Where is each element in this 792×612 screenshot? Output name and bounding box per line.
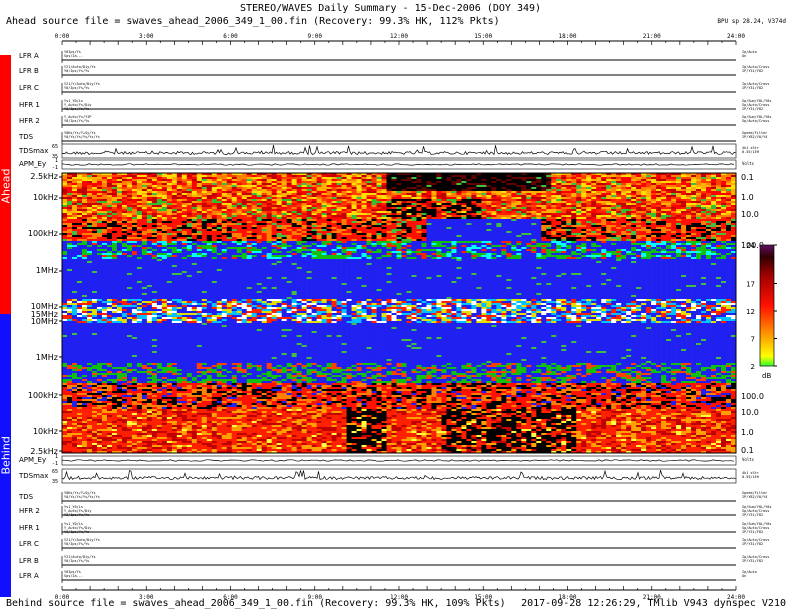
ahead-tdsmax-tick: 65	[52, 144, 58, 150]
behind-panel-tds-right-text: IP/Y82/Y0/Y4	[742, 495, 767, 499]
ahead-apm-tick: -1	[52, 165, 58, 171]
top-time-tick-label: 18:00	[558, 33, 576, 40]
behind-tdsmax-tick: 65	[52, 469, 58, 475]
ahead-apm-tick: 1	[55, 158, 58, 164]
ahead-panel-hfr-2-label: HFR 2	[19, 117, 40, 125]
ahead-tdsmax-frame	[61, 143, 737, 159]
ahead-panel-lfr-c-label: LFR C	[19, 84, 39, 92]
behind-tdsmax-label: TDSmax	[18, 472, 48, 480]
ahead-panel-lfr-a-right-text: On	[742, 54, 746, 58]
behind-apm-trace	[61, 459, 735, 462]
behind-panel-lfr-c-label: LFR C	[19, 540, 39, 548]
stereo-waves-daily-summary-chart: 0:00 3:00 6:00 9:00 12:00 15:00 18:00 21:00 24:0…	[18, 33, 777, 601]
behind-panel-lfr-b-label: LFR B	[19, 557, 39, 565]
top-time-tick-label: 12:00	[390, 33, 408, 40]
ahead-tdsmax-right-text: 0.55/1EH	[742, 150, 759, 154]
behind-apm-right-text: Volts	[742, 457, 755, 462]
ahead-panel-tds-label: TDS	[18, 133, 34, 141]
ahead-frequency-tick: 2.5kHz	[30, 172, 58, 181]
behind-frequency-tick: 100kHz	[28, 391, 58, 400]
behind-tdsmax-tick: 35	[52, 479, 58, 485]
behind-panel-hfr-1-label: HFR 1	[19, 524, 40, 532]
behind-right-tick: 0.1	[741, 446, 754, 455]
colorbar	[759, 244, 775, 367]
ahead-panel-lfr-b-label: LFR B	[19, 67, 39, 75]
top-time-tick-label: 3:00	[139, 33, 154, 40]
top-time-tick-label: 21:00	[643, 33, 661, 40]
top-time-tick-label: 9:00	[308, 33, 323, 40]
behind-frequency-tick: 10kHz	[33, 427, 58, 436]
ahead-frequency-tick: 10kHz	[33, 193, 58, 202]
ahead-right-tick: 0.1	[741, 173, 754, 182]
behind-panel-lfr-a-right-text: On	[742, 574, 746, 578]
behind-frequency-tick: 1MHz	[36, 353, 58, 362]
behind-panel-lfr-a-label: LFR A	[19, 572, 39, 580]
ahead-panel-lfr-a-mode-text: Sps/Ia---	[64, 54, 83, 58]
ahead-panel-lfr-c-right-text: IP/Y31/Y82	[742, 86, 763, 90]
behind-tdsmax-right-text: 0.55/1EH	[742, 475, 759, 479]
behind-panel-lfr-b-mode-text: Y0/Ips/Ys/Ys	[64, 559, 89, 563]
behind-panel-hfr-2-label: HFR 2	[19, 507, 40, 515]
colorbar-tick: 7	[751, 336, 755, 344]
behind-right-tick: 100.0	[741, 392, 764, 401]
top-time-tick-label: 6:00	[223, 33, 238, 40]
behind-apm-tick: -1	[52, 461, 58, 467]
ahead-apm-trace	[61, 163, 735, 166]
top-time-tick-label: 24:00	[727, 33, 745, 40]
colorbar-tick: 24	[746, 242, 755, 250]
behind-tdsmax-frame	[61, 468, 737, 484]
spectrogram-image	[62, 173, 737, 454]
ahead-panel-tds-mode-text: Y0/Ys/Ys/Ys/Ys/Ys	[64, 135, 100, 139]
behind-frequency-tick: 2.5kHz	[30, 447, 58, 456]
colorbar-tick: 12	[746, 308, 755, 316]
behind-panel-lfr-c-mode-text: Y0/Ips/Ys/Ys	[64, 542, 89, 546]
behind-right-tick: 10.0	[741, 408, 759, 417]
behind-tdsmax-trace	[61, 469, 736, 481]
behind-right-tick: 1.0	[741, 428, 754, 437]
behind-panel-lfr-a-mode-text: Sps/Ia---	[64, 574, 83, 578]
behind-apm-label: APM_Ey	[19, 456, 46, 464]
behind-source-file: Behind source file = swaves_ahead_2006_3…	[6, 598, 506, 609]
ahead-panel-lfr-a-label: LFR A	[19, 52, 39, 60]
ahead-panel-lfr-c-mode-text: Y0/Ips/Ys/Ys	[64, 86, 89, 90]
ahead-tdsmax-trace	[61, 145, 736, 156]
ahead-panel-hfr-1-label: HFR 1	[19, 101, 40, 109]
colorbar-tick: 17	[746, 281, 755, 289]
behind-panel-lfr-c-right-text: IP/Y31/Y82	[742, 542, 763, 546]
behind-panel-hfr-2-right-text: IP/Y31/Y82	[742, 513, 763, 517]
ahead-apm-label: APM_Ey	[19, 160, 46, 168]
footer-timestamp: 2017-09-28 12:26:29, TMlib V943 dynspec …	[521, 598, 786, 609]
ahead-panel-hfr-2-mode-text: Y0/Ips/Ys/Ys	[64, 119, 89, 123]
ahead-right-tick: 1.0	[741, 193, 754, 202]
behind-frequency-tick: 10MHz	[31, 317, 58, 326]
behind-panel-hfr-1-right-text: IP/Y31/Y82	[742, 530, 763, 534]
top-time-tick-label: 0:00	[55, 33, 70, 40]
ahead-apm-right-text: Volts	[742, 161, 755, 166]
colorbar-unit: dB	[762, 372, 771, 380]
ahead-panel-tds-right-text: IP/Y82/Y0/Y4	[742, 135, 767, 139]
ahead-panel-lfr-b-mode-text: Y0/Ips/Ys/Ys	[64, 69, 89, 73]
ahead-panel-hfr-2-right-text: Sp/Auto/Cross	[742, 119, 769, 123]
ahead-frequency-tick: 1MHz	[36, 266, 58, 275]
colorbar-tick: 2	[751, 363, 755, 371]
ahead-panel-hfr-1-right-text: IP/Y31/Y82	[742, 107, 763, 111]
top-time-tick-label: 15:00	[474, 33, 492, 40]
ahead-frequency-tick: 100kHz	[28, 229, 58, 238]
behind-panel-tds-mode-text: Y0/Ys/Ys/Ys/Ys/Ys	[64, 495, 100, 499]
behind-panel-tds-label: TDS	[18, 493, 34, 501]
ahead-right-tick: 10.0	[741, 210, 759, 219]
ahead-panel-lfr-b-right-text: IP/Y31/Y82	[742, 69, 763, 73]
behind-panel-lfr-b-right-text: IP/Y31/Y82	[742, 559, 763, 563]
ahead-tdsmax-label: TDSmax	[18, 147, 48, 155]
